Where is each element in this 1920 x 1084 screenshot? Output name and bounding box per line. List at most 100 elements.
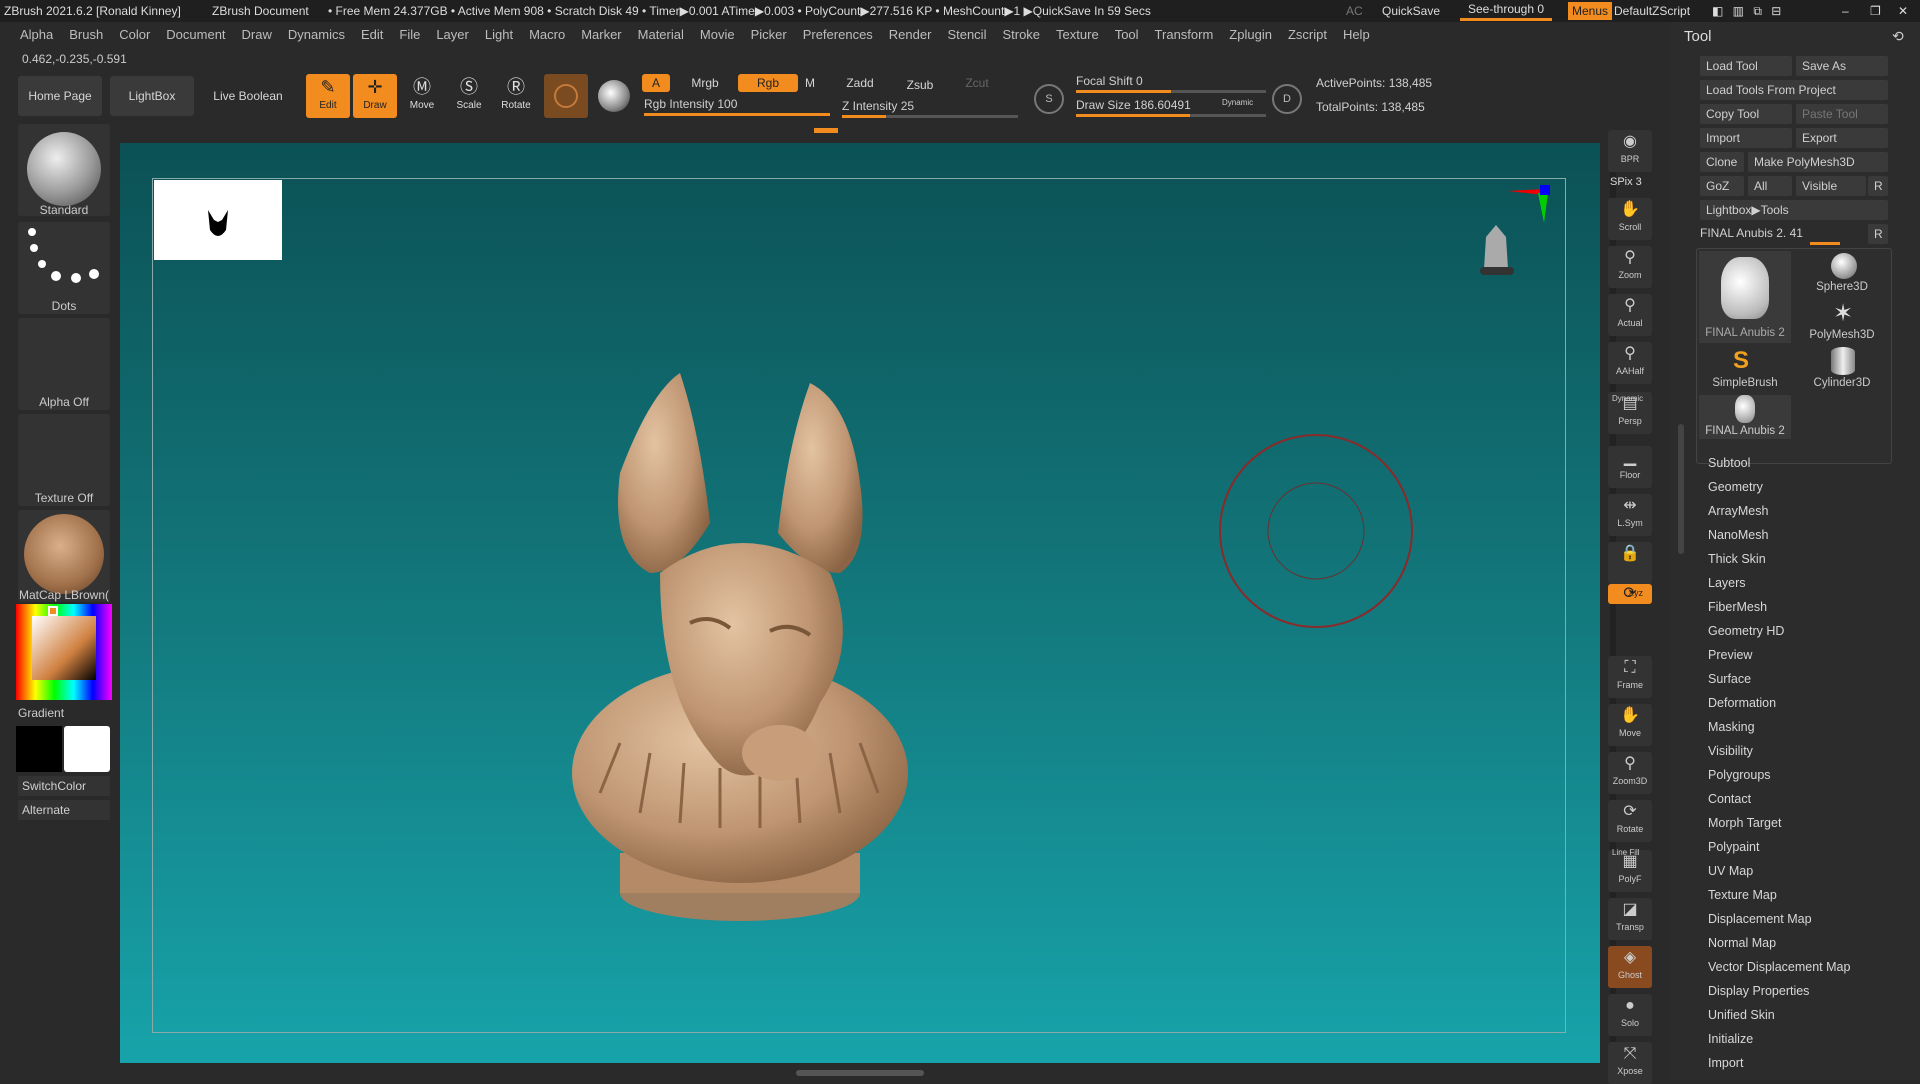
- subpalette-visibility[interactable]: Visibility: [1708, 744, 1753, 758]
- menu-file[interactable]: File: [391, 22, 428, 48]
- lsym-button[interactable]: ⇹ L.Sym: [1608, 494, 1652, 536]
- subpalette-subtool[interactable]: Subtool: [1708, 456, 1750, 470]
- zcut-toggle[interactable]: Zcut: [952, 74, 1002, 92]
- subpalette-surface[interactable]: Surface: [1708, 672, 1751, 686]
- subpalette-polypaint[interactable]: Polypaint: [1708, 840, 1759, 854]
- tool-thumb-anubis-2[interactable]: FINAL Anubis 2: [1699, 395, 1791, 439]
- menu-edit[interactable]: Edit: [353, 22, 391, 48]
- canvas-viewport[interactable]: [120, 143, 1600, 1063]
- gradient-label[interactable]: Gradient: [18, 706, 64, 720]
- material-swatch-button[interactable]: [544, 74, 588, 118]
- floor-button[interactable]: ▁ Floor: [1608, 446, 1652, 488]
- menu-zplugin[interactable]: Zplugin: [1221, 22, 1280, 48]
- menu-transform[interactable]: Transform: [1147, 22, 1222, 48]
- spix-label[interactable]: SPix 3: [1610, 176, 1642, 188]
- tool-thumb-polymesh3d[interactable]: ✶ PolyMesh3D: [1795, 299, 1889, 343]
- menu-preferences[interactable]: Preferences: [795, 22, 881, 48]
- dynamic-toggle[interactable]: Dynamic: [1222, 98, 1253, 107]
- copy-tool-button[interactable]: Copy Tool: [1700, 104, 1792, 124]
- goz-all-button[interactable]: All: [1748, 176, 1792, 196]
- subpalette-layers[interactable]: Layers: [1708, 576, 1746, 590]
- mrgb-toggle[interactable]: Mrgb: [674, 74, 736, 92]
- tool-thumb-cylinder3d[interactable]: Cylinder3D: [1795, 347, 1889, 391]
- transp-button[interactable]: ◪ Transp: [1608, 898, 1652, 940]
- bottom-shelf-handle[interactable]: [796, 1070, 924, 1076]
- live-boolean-button[interactable]: Live Boolean: [202, 76, 294, 116]
- subpalette-contact[interactable]: Contact: [1708, 792, 1751, 806]
- draw-button[interactable]: ✛ Draw: [353, 74, 397, 118]
- menu-light[interactable]: Light: [477, 22, 521, 48]
- subpalette-normal-map[interactable]: Normal Map: [1708, 936, 1776, 950]
- ghost-button[interactable]: ◈ Ghost: [1608, 946, 1652, 988]
- subpalette-geometry-hd[interactable]: Geometry HD: [1708, 624, 1784, 638]
- load-tool-button[interactable]: Load Tool: [1700, 56, 1792, 76]
- focal-shift-slider[interactable]: [1076, 90, 1266, 93]
- menu-texture[interactable]: Texture: [1048, 22, 1107, 48]
- subpalette-preview[interactable]: Preview: [1708, 648, 1752, 662]
- tool-r-button[interactable]: R: [1868, 224, 1888, 244]
- menu-picker[interactable]: Picker: [743, 22, 795, 48]
- solo-button[interactable]: ● Solo: [1608, 994, 1652, 1036]
- subpalette-arraymesh[interactable]: ArrayMesh: [1708, 504, 1768, 518]
- restore-icon[interactable]: ❐: [1870, 0, 1881, 22]
- quicksave-button[interactable]: QuickSave: [1382, 0, 1440, 22]
- switchcolor-button[interactable]: SwitchColor: [18, 776, 110, 796]
- subpalette-texture-map[interactable]: Texture Map: [1708, 888, 1777, 902]
- subpalette-morph-target[interactable]: Morph Target: [1708, 816, 1781, 830]
- lightbox-tools-button[interactable]: Lightbox▶Tools: [1700, 200, 1888, 220]
- home-page-button[interactable]: Home Page: [18, 76, 102, 116]
- rgb-toggle[interactable]: Rgb: [738, 74, 798, 92]
- dynamic-persp-label[interactable]: Dynamic: [1612, 394, 1643, 403]
- move-button[interactable]: Ⓜ Move: [400, 74, 444, 118]
- edit-button[interactable]: ✎ Edit: [306, 74, 350, 118]
- goz-visible-button[interactable]: Visible: [1796, 176, 1866, 196]
- menu-help[interactable]: Help: [1335, 22, 1378, 48]
- paste-tool-button[interactable]: Paste Tool: [1796, 104, 1888, 124]
- panel-dock-icon[interactable]: ⟲: [1892, 28, 1904, 45]
- menu-render[interactable]: Render: [881, 22, 940, 48]
- subpalette-initialize[interactable]: Initialize: [1708, 1032, 1753, 1046]
- subpalette-thick-skin[interactable]: Thick Skin: [1708, 552, 1766, 566]
- zoom3d-button[interactable]: ⚲ Zoom3D: [1608, 752, 1652, 794]
- menu-tool[interactable]: Tool: [1107, 22, 1147, 48]
- linefill-label[interactable]: Line Fill: [1612, 848, 1640, 857]
- minimize-icon[interactable]: –: [1842, 0, 1849, 22]
- xpose-button[interactable]: ⤧ Xpose: [1608, 1042, 1652, 1084]
- color-square[interactable]: [32, 616, 96, 680]
- rotate-button[interactable]: Ⓡ Rotate: [494, 74, 538, 118]
- menu-material[interactable]: Material: [630, 22, 692, 48]
- subpalette-displacement-map[interactable]: Displacement Map: [1708, 912, 1812, 926]
- close-icon[interactable]: ✕: [1898, 0, 1908, 22]
- menu-zscript[interactable]: Zscript: [1280, 22, 1335, 48]
- seethrough-slider[interactable]: See-through 0: [1460, 0, 1552, 21]
- subpalette-geometry[interactable]: Geometry: [1708, 480, 1763, 494]
- goz-button[interactable]: GoZ: [1700, 176, 1744, 196]
- lazymouse-s-icon[interactable]: S: [1034, 84, 1064, 114]
- ac-label[interactable]: AC: [1346, 0, 1363, 22]
- menu-alpha[interactable]: Alpha: [0, 22, 61, 48]
- material-selector-icon[interactable]: [598, 80, 630, 112]
- menu-layer[interactable]: Layer: [428, 22, 477, 48]
- zoom-button[interactable]: ⚲ Zoom: [1608, 246, 1652, 288]
- zoom-actual-button[interactable]: ⚲ Actual: [1608, 294, 1652, 336]
- zadd-toggle[interactable]: Zadd: [832, 74, 888, 92]
- navigator-thumbnail[interactable]: [154, 180, 282, 260]
- menu-dynamics[interactable]: Dynamics: [280, 22, 353, 48]
- menu-brush[interactable]: Brush: [61, 22, 111, 48]
- lightbox-button[interactable]: LightBox: [110, 76, 194, 116]
- subpalette-fibermesh[interactable]: FiberMesh: [1708, 600, 1767, 614]
- lazymouse-d-icon[interactable]: D: [1272, 84, 1302, 114]
- load-tools-from-project-button[interactable]: Load Tools From Project: [1700, 80, 1888, 100]
- subpalette-polygroups[interactable]: Polygroups: [1708, 768, 1771, 782]
- menu-draw[interactable]: Draw: [234, 22, 280, 48]
- frame-button[interactable]: ⛶ Frame: [1608, 656, 1652, 698]
- save-as-button[interactable]: Save As: [1796, 56, 1888, 76]
- clone-button[interactable]: Clone: [1700, 152, 1744, 172]
- zsub-toggle[interactable]: Zsub: [892, 76, 948, 94]
- rgb-intensity-slider[interactable]: [644, 113, 830, 116]
- draw-size-slider[interactable]: [1076, 114, 1266, 117]
- bpr-button[interactable]: ◉ BPR: [1608, 130, 1652, 172]
- tool-thumb-simplebrush[interactable]: S SimpleBrush: [1699, 347, 1791, 391]
- lock-button[interactable]: 🔒: [1608, 542, 1652, 584]
- menu-macro[interactable]: Macro: [521, 22, 573, 48]
